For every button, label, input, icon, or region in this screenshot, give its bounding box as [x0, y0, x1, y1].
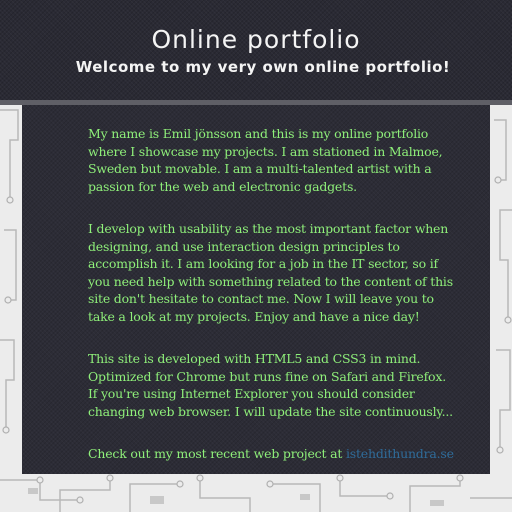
header-divider [0, 100, 512, 105]
recent-project-paragraph: Check out my most recent web project at … [88, 445, 458, 463]
recent-project-link[interactable]: istehdithundra.se [346, 446, 454, 461]
intro-content: My name is Emil jönsson and this is my o… [88, 125, 458, 488]
intro-paragraph: My name is Emil jönsson and this is my o… [88, 126, 443, 194]
page-title: Online portfolio [151, 25, 361, 54]
page-subtitle: Welcome to my very own online portfolio! [75, 58, 451, 76]
usability-paragraph: I develop with usability as the most imp… [88, 221, 453, 324]
site-header: Online portfolio Welcome to my very own … [0, 0, 512, 100]
browser-support-paragraph: This site is developed with HTML5 and CS… [88, 351, 453, 419]
recent-project-text: Check out my most recent web project at [88, 446, 346, 461]
